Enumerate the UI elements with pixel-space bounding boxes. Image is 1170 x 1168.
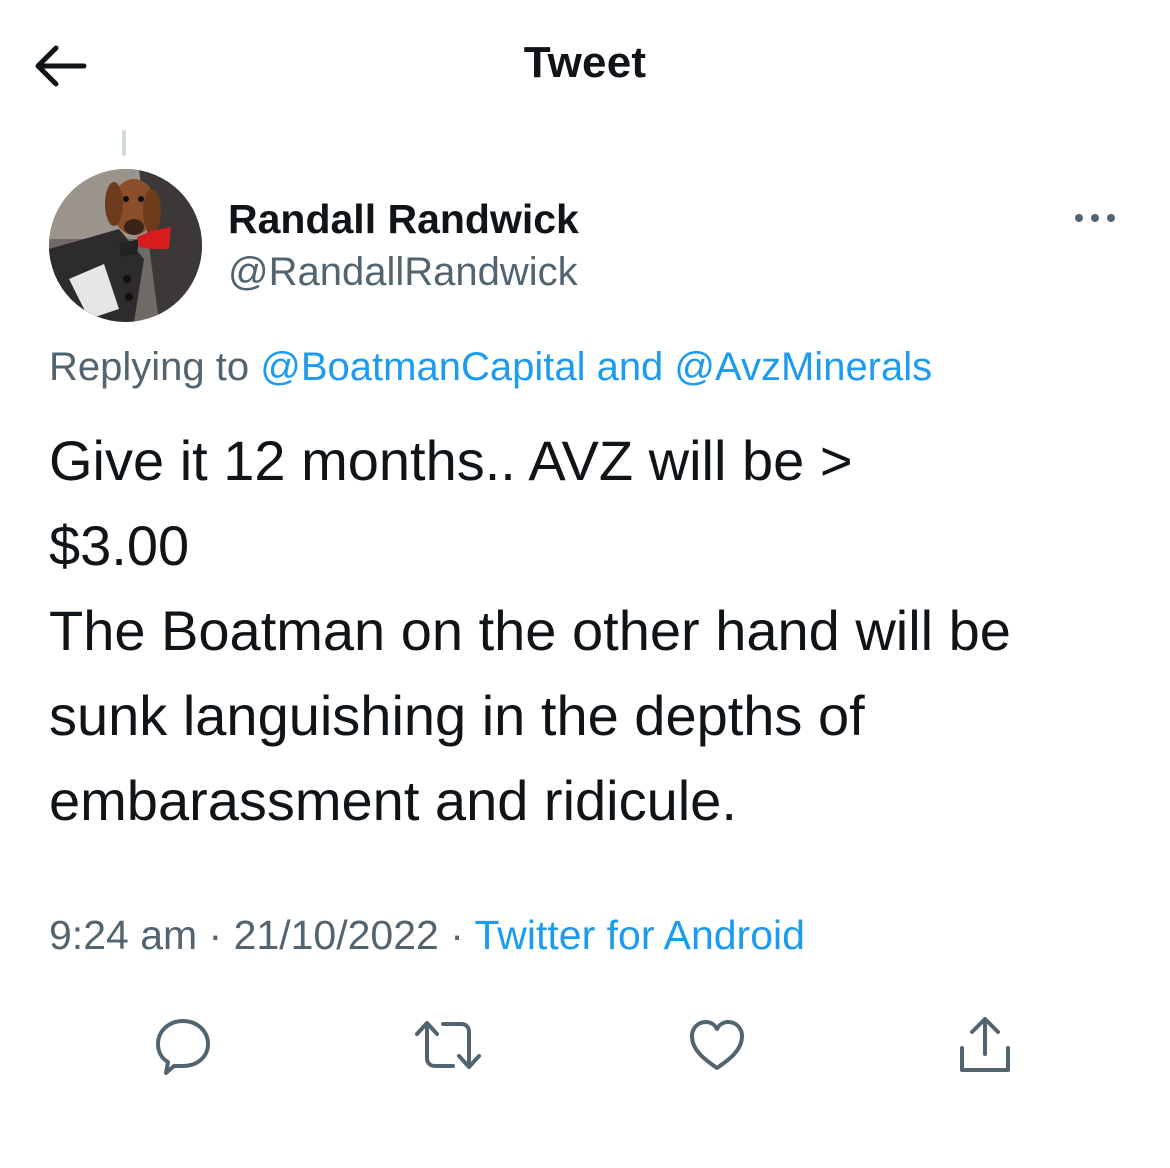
tweet-source[interactable]: Twitter for Android [475, 912, 805, 958]
mention-avzminerals[interactable]: @AvzMinerals [674, 345, 932, 389]
mention-joiner: and [585, 345, 675, 389]
share-icon [960, 1017, 1010, 1072]
author-name[interactable]: Randall Randwick [228, 196, 579, 243]
share-button[interactable] [950, 1010, 1020, 1080]
like-icon [690, 1020, 744, 1070]
tweet-time: 9:24 am [49, 912, 198, 958]
tweet-date: 21/10/2022 [233, 912, 439, 958]
thread-connector [122, 130, 126, 156]
replying-to: Replying to @BoatmanCapital and @AvzMine… [49, 345, 932, 390]
tweet-text: Give it 12 months.. AVZ will be > $3.00 … [49, 429, 1011, 832]
like-button[interactable] [682, 1010, 752, 1080]
dog-avatar-image [49, 169, 202, 322]
meta-separator: · [197, 912, 234, 958]
tweet-meta: 9:24 am · 21/10/2022 · Twitter for Andro… [49, 912, 805, 959]
top-bar: Tweet [0, 0, 1170, 130]
author-handle[interactable]: @RandallRandwick [228, 250, 578, 295]
meta-separator: · [438, 912, 475, 958]
reply-icon [156, 1019, 210, 1075]
reply-button[interactable] [148, 1010, 218, 1080]
avatar[interactable] [49, 169, 202, 322]
page-title: Tweet [523, 38, 647, 87]
mention-boatmancapital[interactable]: @BoatmanCapital [260, 345, 585, 389]
replying-to-label: Replying to [49, 345, 261, 389]
more-icon [1075, 214, 1115, 222]
more-options-button[interactable] [1070, 205, 1120, 231]
retweet-icon [415, 1021, 481, 1069]
retweet-button[interactable] [413, 1010, 483, 1080]
